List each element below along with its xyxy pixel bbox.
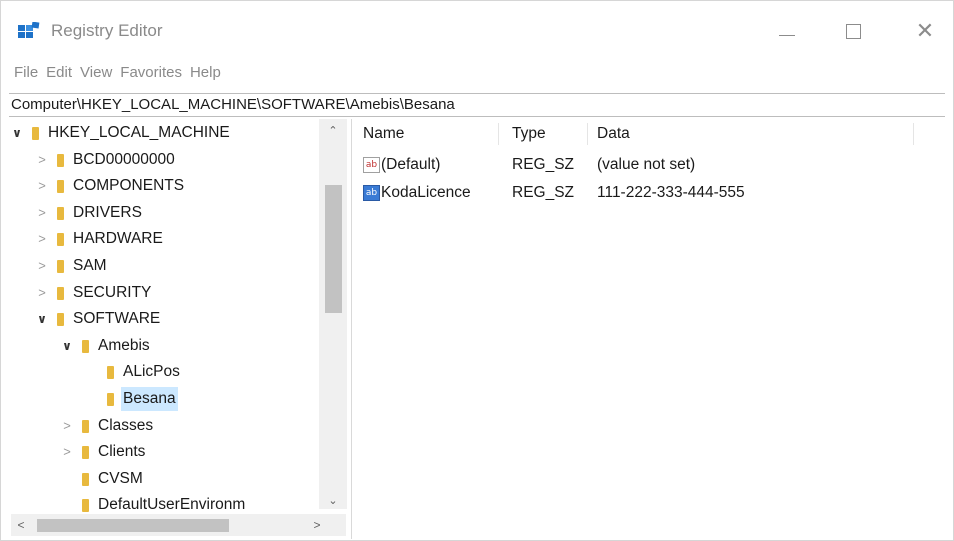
column-divider[interactable] [587,123,588,145]
tree-node-label: COMPONENTS [73,177,185,195]
tree-node-bcd00000000[interactable]: > BCD00000000 [10,148,320,172]
value-type: REG_SZ [512,184,575,201]
chevron-right-icon[interactable]: > [35,201,49,225]
value-name: KodaLicence [381,184,471,201]
menu-favorites[interactable]: Favorites [116,58,186,81]
values-list[interactable]: Name Type Data ab (Default) REG_SZ (valu… [357,119,949,539]
folder-icon [82,446,89,460]
registry-editor-app-icon [18,22,40,38]
folder-icon [57,153,64,167]
tree-node-software[interactable]: ∨ SOFTWARE [10,307,320,331]
value-type: REG_SZ [512,156,575,173]
maximize-icon [846,24,861,39]
chevron-down-icon[interactable]: ∨ [35,307,49,331]
chevron-right-icon[interactable]: > [60,440,74,464]
folder-icon [82,499,89,513]
column-header-data[interactable]: Data [597,121,630,147]
tree-node-hkey_local_machine[interactable]: ∨ HKEY_LOCAL_MACHINE [10,121,320,145]
column-divider[interactable] [913,123,914,145]
scroll-right-arrow-icon[interactable]: > [307,514,327,536]
tree-node-drivers[interactable]: > DRIVERS [10,201,320,225]
tree-node-security[interactable]: > SECURITY [10,281,320,305]
value-name: (Default) [381,156,441,173]
folder-icon [57,233,64,247]
folder-icon [107,366,114,380]
tree-node-besana[interactable]: Besana [10,387,320,411]
chevron-right-icon[interactable]: > [35,281,49,305]
tree-node-label: Besana [121,387,178,411]
minimize-button[interactable] [763,11,811,51]
tree-node-label: DRIVERS [73,203,142,221]
tree-node-label: Amebis [98,336,150,354]
string-value-icon: ab [363,157,380,173]
chevron-right-icon[interactable]: > [35,174,49,198]
chevron-right-icon[interactable]: > [60,414,74,438]
maximize-button[interactable] [829,11,877,51]
folder-icon [57,260,64,273]
chevron-right-icon[interactable]: > [35,148,49,172]
value-row-kodalicence[interactable]: ab KodaLicence REG_SZ 111-222-333-444-55… [357,181,949,205]
menu-edit[interactable]: Edit [42,58,76,81]
tree-node-cvsm[interactable]: CVSM [10,467,320,491]
scroll-left-arrow-icon[interactable]: < [11,514,31,536]
folder-icon [57,286,64,300]
value-data: (value not set) [597,156,696,173]
menu-view[interactable]: View [76,58,116,81]
tree-node-clients[interactable]: > Clients [10,440,320,464]
folder-icon [57,206,64,220]
column-header-type[interactable]: Type [512,121,546,147]
scroll-down-arrow-icon[interactable]: ⌄ [319,491,347,511]
chevron-down-icon[interactable]: ∨ [10,121,24,145]
tree-node-label: ALicPos [123,363,180,381]
tree-node-label: SOFTWARE [73,310,161,328]
address-path[interactable]: Computer\HKEY_LOCAL_MACHINE\SOFTWARE\Ame… [9,96,455,113]
chevron-right-icon[interactable]: > [35,227,49,251]
tree-node-hardware[interactable]: > HARDWARE [10,227,320,251]
address-bar[interactable]: Computer\HKEY_LOCAL_MACHINE\SOFTWARE\Ame… [9,93,945,117]
column-header-name[interactable]: Name [363,121,404,147]
tree-node-label: SAM [73,257,107,274]
folder-icon [57,313,64,327]
menu-bar: File Edit View Favorites Help [1,58,953,86]
folder-icon [82,339,89,353]
registry-editor-window: Registry Editor ✕ File Edit View Favorites H… [0,0,954,541]
tree-node-classes[interactable]: > Classes [10,414,320,438]
value-row-default[interactable]: ab (Default) REG_SZ (value not set) [357,153,949,177]
value-data: 111-222-333-444-555 [597,184,745,201]
tree-node-amebis[interactable]: ∨ Amebis [10,334,320,358]
window-title: Registry Editor [51,21,163,40]
tree-vertical-scrollbar[interactable]: ⌃ ⌄ [319,119,347,509]
tree-node-sam[interactable]: > SAM [10,254,320,278]
tree-node-label: Clients [98,443,146,461]
folder-icon [107,393,114,406]
chevron-down-icon[interactable]: ∨ [60,334,74,358]
chevron-right-icon[interactable]: > [35,254,49,278]
menu-file[interactable]: File [10,58,42,81]
tree-node-label: BCD00000000 [73,150,175,168]
scroll-up-arrow-icon[interactable]: ⌃ [319,121,347,141]
close-button[interactable]: ✕ [901,11,949,51]
title-bar[interactable]: Registry Editor ✕ [1,1,953,57]
pane-splitter[interactable] [351,119,356,539]
tree-node-label: SECURITY [73,283,152,301]
tree-node-alicpos[interactable]: ALicPos [10,360,320,384]
tree-horizontal-scrollbar[interactable]: < > [11,514,346,536]
menu-help[interactable]: Help [186,58,225,81]
minimize-icon [779,35,795,36]
column-divider[interactable] [498,123,499,145]
folder-icon [32,127,39,140]
folder-icon [57,180,64,194]
vertical-scroll-thumb[interactable] [325,185,342,313]
tree-node-label: HARDWARE [73,230,163,248]
tree-node-label: Classes [98,416,154,434]
horizontal-scroll-thumb[interactable] [37,519,229,532]
folder-icon [82,472,89,486]
close-icon: ✕ [915,18,935,43]
tree-node-label: HKEY_LOCAL_MACHINE [48,124,230,141]
folder-icon [82,419,89,433]
string-value-icon: ab [363,185,380,201]
key-tree[interactable]: ∨ HKEY_LOCAL_MACHINE > BCD00000000 > COMPONEN… [10,119,350,539]
tree-node-components[interactable]: > COMPONENTS [10,174,320,198]
tree-node-label: CVSM [98,469,143,487]
